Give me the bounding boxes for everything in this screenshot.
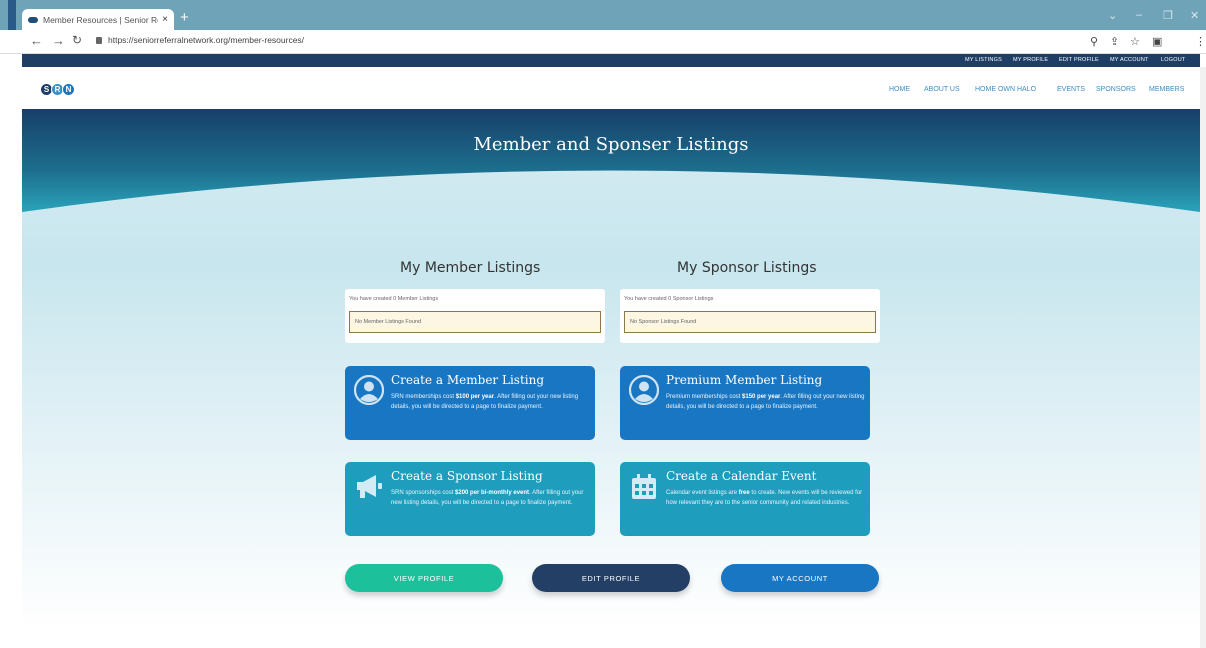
- favicon-icon: [28, 16, 38, 23]
- card-title: Create a Calendar Event: [666, 469, 817, 483]
- card-description: Premium memberships cost $150 per year. …: [666, 394, 865, 410]
- tab-close-icon[interactable]: ×: [162, 14, 168, 25]
- browser-tab[interactable]: Member Resources | Senior Refer ×: [22, 9, 174, 30]
- premium-member-listing-card[interactable]: Premium Member Listing Premium membershi…: [620, 366, 870, 440]
- my-account-button[interactable]: MY ACCOUNT: [721, 564, 879, 592]
- edit-profile-button[interactable]: EDIT PROFILE: [532, 564, 690, 592]
- browser-toolbar: ← → ↻ https://seniorreferralnetwork.org/…: [0, 30, 1206, 79]
- sponsor-listings-title: My Sponsor Listings: [677, 260, 817, 276]
- member-listings-count: You have created 0 Member Listings: [349, 296, 439, 302]
- nav-events[interactable]: EVENTS: [1057, 86, 1085, 93]
- sponsor-listings-count: You have created 0 Sponsor Listings: [624, 296, 714, 302]
- create-calendar-event-card[interactable]: Create a Calendar Event Calendar event l…: [620, 462, 870, 536]
- calendar-icon: [632, 474, 656, 499]
- member-listings-empty: No Member Listings Found: [349, 311, 601, 333]
- create-sponsor-listing-card[interactable]: Create a Sponsor Listing SRN sponsorship…: [345, 462, 595, 536]
- util-link-logout[interactable]: LOGOUT: [1161, 57, 1185, 63]
- share-icon[interactable]: ⇪: [1110, 35, 1119, 48]
- sponsor-listings-box: You have created 0 Sponsor Listings No S…: [620, 289, 880, 343]
- nav-home[interactable]: HOME: [889, 86, 910, 93]
- nav-about-us[interactable]: ABOUT US: [924, 86, 960, 93]
- util-link-my-profile[interactable]: MY PROFILE: [1013, 57, 1048, 63]
- nav-home-own-halo[interactable]: HOME OWN HALO: [975, 86, 1036, 93]
- util-link-edit-profile[interactable]: EDIT PROFILE: [1059, 57, 1099, 63]
- forward-icon[interactable]: →: [52, 33, 65, 48]
- menu-kebab-icon[interactable]: ⋮: [1195, 35, 1206, 48]
- nav-sponsors[interactable]: SPONSORS: [1096, 86, 1136, 93]
- site-logo[interactable]: S R N: [40, 83, 75, 96]
- hero-section: Member and Sponser Listings: [22, 109, 1200, 629]
- member-listings-box: You have created 0 Member Listings No Me…: [345, 289, 605, 343]
- tab-search-icon[interactable]: ⌄: [1108, 9, 1117, 22]
- card-title: Create a Member Listing: [391, 373, 545, 387]
- browser-tab-bar: Member Resources | Senior Refer × + ⌄ – …: [0, 0, 1206, 44]
- card-title: Premium Member Listing: [666, 373, 823, 387]
- close-window-button[interactable]: ✕: [1190, 9, 1199, 22]
- zoom-icon[interactable]: ⚲: [1090, 35, 1098, 48]
- page-root: Member Resources | Senior Refer × + ⌄ – …: [0, 0, 1206, 648]
- lock-icon: [96, 37, 102, 44]
- address-bar[interactable]: https://seniorreferralnetwork.org/member…: [108, 35, 304, 45]
- page-title: Member and Sponser Listings: [473, 134, 749, 155]
- user-circle-icon: [354, 375, 384, 405]
- card-title: Create a Sponsor Listing: [391, 469, 543, 483]
- card-description: SRN memberships cost $100 per year. Afte…: [391, 394, 579, 410]
- nav-members[interactable]: MEMBERS: [1149, 86, 1184, 93]
- logo-letter-n: N: [62, 83, 75, 96]
- tab-title: Member Resources | Senior Refer: [43, 14, 158, 25]
- util-link-my-account[interactable]: MY ACCOUNT: [1110, 57, 1149, 63]
- hero-wave: [22, 109, 1200, 212]
- view-profile-button[interactable]: VIEW PROFILE: [345, 564, 503, 592]
- minimize-button[interactable]: –: [1136, 9, 1142, 21]
- bookmark-star-icon[interactable]: ☆: [1130, 35, 1140, 48]
- megaphone-icon: [357, 475, 382, 498]
- reload-icon[interactable]: ↻: [72, 33, 82, 47]
- back-icon[interactable]: ←: [30, 33, 43, 48]
- util-link-my-listings[interactable]: MY LISTINGS: [965, 57, 1002, 63]
- sponsor-listings-empty: No Sponsor Listings Found: [624, 311, 876, 333]
- page-scrollbar[interactable]: [1200, 67, 1206, 648]
- user-circle-icon: [629, 375, 659, 405]
- member-listings-title: My Member Listings: [400, 260, 541, 276]
- card-description: SRN sponsorships cost $200 per bi-monthl…: [391, 490, 584, 506]
- sidepanel-icon[interactable]: ▣: [1152, 35, 1162, 48]
- card-description: Calendar event listings are free to crea…: [666, 490, 863, 506]
- create-member-listing-card[interactable]: Create a Member Listing SRN memberships …: [345, 366, 595, 440]
- new-tab-button[interactable]: +: [180, 9, 189, 27]
- maximize-button[interactable]: ❐: [1163, 9, 1173, 22]
